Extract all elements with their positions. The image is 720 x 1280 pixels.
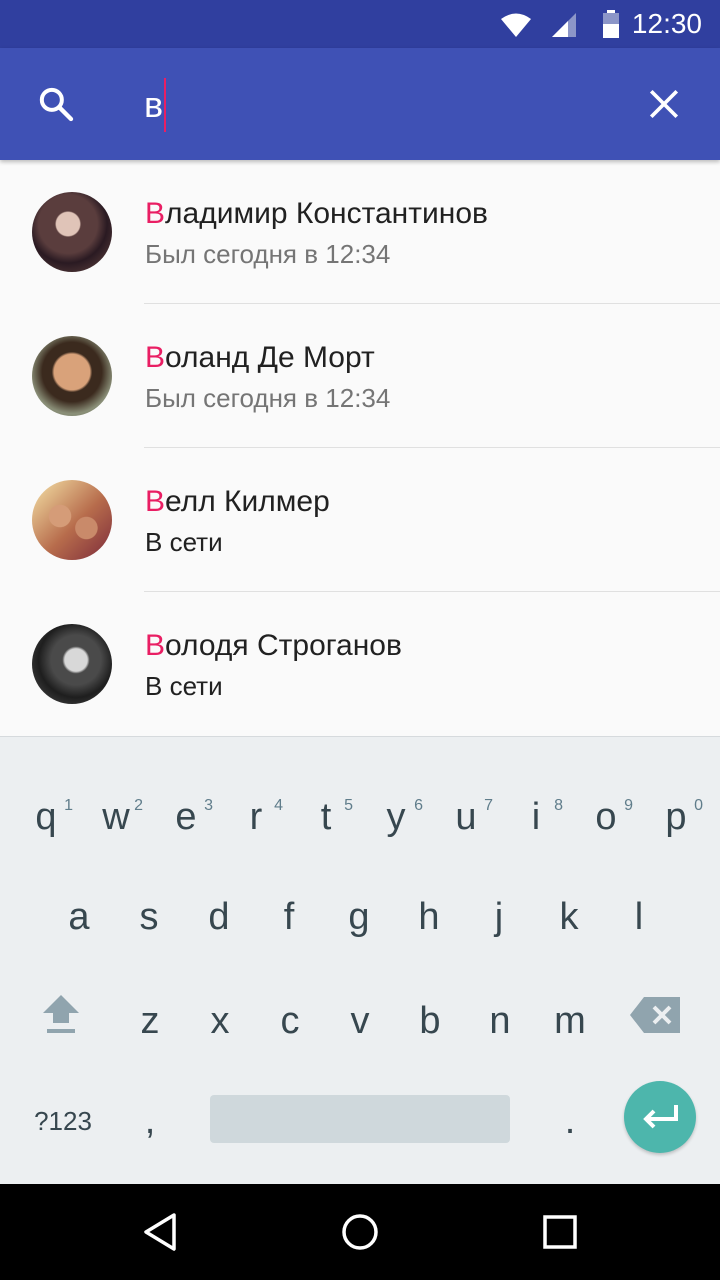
contact-row[interactable]: Велл Килмер В сети <box>0 448 720 592</box>
shift-icon <box>43 995 79 1033</box>
battery-icon <box>603 10 619 38</box>
contact-status: Был сегодня в 12:34 <box>145 239 391 269</box>
home-button[interactable] <box>328 1200 392 1264</box>
period-key[interactable]: . <box>535 1071 605 1171</box>
key-f[interactable]: f <box>254 861 324 961</box>
key-t[interactable]: t5 <box>291 761 361 861</box>
key-h[interactable]: h <box>394 861 464 961</box>
key-q[interactable]: q1 <box>11 761 81 861</box>
status-bar: 12:30 <box>0 0 720 48</box>
key-s[interactable]: s <box>114 861 184 961</box>
key-w[interactable]: w2 <box>81 761 151 861</box>
search-app-bar: в <box>0 48 720 160</box>
key-x[interactable]: x <box>185 965 255 1065</box>
key-r[interactable]: r4 <box>221 761 291 861</box>
key-n[interactable]: n <box>465 965 535 1065</box>
key-a[interactable]: a <box>44 861 114 961</box>
wifi-icon <box>501 13 531 37</box>
status-time: 12:30 <box>631 8 702 39</box>
recents-icon <box>543 1215 577 1249</box>
recents-button[interactable] <box>528 1200 592 1264</box>
key-j[interactable]: j <box>464 861 534 961</box>
contact-status: В сети <box>145 671 223 701</box>
avatar <box>32 480 112 560</box>
key-i[interactable]: i8 <box>501 761 571 861</box>
backspace-icon <box>630 997 680 1033</box>
key-l[interactable]: l <box>604 861 674 961</box>
enter-key[interactable] <box>624 1081 696 1153</box>
text-caret <box>164 78 166 132</box>
navigation-bar <box>0 1184 720 1280</box>
avatar <box>32 336 112 416</box>
key-d[interactable]: d <box>184 861 254 961</box>
back-icon <box>144 1213 176 1251</box>
key-g[interactable]: g <box>324 861 394 961</box>
backspace-key[interactable] <box>620 965 690 1065</box>
key-v[interactable]: v <box>325 965 395 1065</box>
contact-name: Воланд Де Морт <box>145 341 375 374</box>
contact-name: Владимир Константинов <box>145 197 488 230</box>
avatar <box>32 624 112 704</box>
contact-row[interactable]: Воланд Де Морт Был сегодня в 12:34 <box>0 304 720 448</box>
key-u[interactable]: u7 <box>431 761 501 861</box>
comma-key[interactable]: , <box>115 1071 185 1171</box>
key-z[interactable]: z <box>115 965 185 1065</box>
key-y[interactable]: y6 <box>361 761 431 861</box>
key-b[interactable]: b <box>395 965 465 1065</box>
contact-row[interactable]: Володя Строганов В сети <box>0 592 720 736</box>
clear-search-button[interactable] <box>632 72 696 136</box>
contact-name: Володя Строганов <box>145 629 402 662</box>
key-p[interactable]: p0 <box>641 761 711 861</box>
key-m[interactable]: m <box>535 965 605 1065</box>
contact-status: Был сегодня в 12:34 <box>145 383 391 413</box>
shift-key[interactable] <box>26 965 96 1065</box>
symbols-key[interactable]: ?123 <box>18 1071 108 1171</box>
search-input[interactable]: в <box>144 84 163 126</box>
contact-status: В сети <box>145 527 223 557</box>
search-icon <box>39 87 74 122</box>
key-c[interactable]: c <box>255 965 325 1065</box>
space-key[interactable] <box>210 1095 510 1143</box>
close-icon <box>649 89 679 119</box>
avatar <box>32 192 112 272</box>
enter-icon <box>643 1105 678 1129</box>
search-button[interactable] <box>24 72 88 136</box>
signal-icon <box>552 13 576 37</box>
key-o[interactable]: o9 <box>571 761 641 861</box>
key-k[interactable]: k <box>534 861 604 961</box>
key-e[interactable]: e3 <box>151 761 221 861</box>
contact-name: Велл Килмер <box>145 485 330 518</box>
contact-row[interactable]: Владимир Константинов Был сегодня в 12:3… <box>0 160 720 304</box>
home-icon <box>342 1214 378 1250</box>
soft-keyboard: q1 w2 e3 r4 t5 y6 u7 i8 o9 p0 a s d f g … <box>0 736 720 1184</box>
back-button[interactable] <box>128 1200 192 1264</box>
